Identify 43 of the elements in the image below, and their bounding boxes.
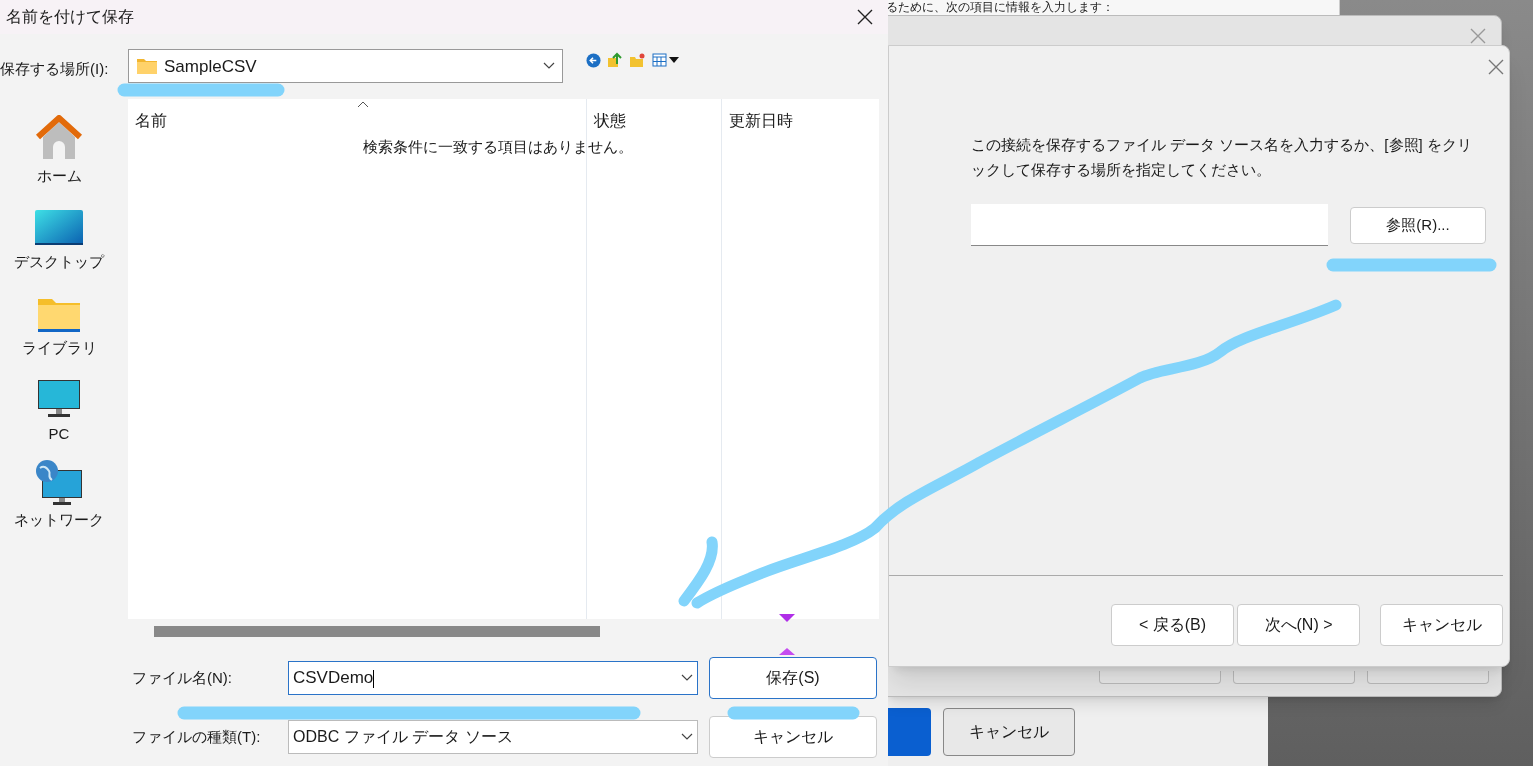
- sidebar-item[interactable]: ホーム: [4, 107, 114, 187]
- column-header[interactable]: 状態: [587, 99, 721, 135]
- cancel-button[interactable]: キャンセル: [943, 707, 1075, 756]
- wizard-button[interactable]: 次へ(N) >: [1237, 604, 1360, 646]
- sort-caret-icon: [357, 101, 369, 108]
- empty-message: 検索条件に一致する項目はありません。: [363, 137, 633, 157]
- monitor-icon: [37, 378, 81, 419]
- cancel-button[interactable]: キャンセル: [709, 716, 877, 758]
- file-type-label: ファイルの種類(T):: [131, 726, 262, 747]
- wizard-button[interactable]: < 戻る(B): [1111, 604, 1234, 646]
- up-folder-icon[interactable]: [607, 52, 623, 69]
- sidebar-item[interactable]: PC: [4, 365, 114, 445]
- instruction-paragraph: この接続を保存するファイル データ ソース名を入力するか、[参照] をクリックして保存する場所を指定してください。: [971, 135, 1473, 180]
- location-value: SampleCSV: [164, 55, 258, 78]
- column-header[interactable]: 更新日時: [722, 99, 879, 135]
- marker-icon: [779, 614, 795, 622]
- chevron-down-icon: [543, 62, 555, 71]
- view-menu-icon[interactable]: [652, 53, 680, 68]
- browse-button[interactable]: 参照(R)...: [1350, 206, 1486, 244]
- location-dropdown[interactable]: SampleCSV: [128, 49, 563, 84]
- network-monitor-icon: [35, 458, 83, 505]
- file-name-label: ファイル名(N):: [131, 667, 233, 688]
- path-input-field[interactable]: [971, 204, 1328, 246]
- close-icon[interactable]: [856, 8, 874, 27]
- save-button[interactable]: 保存(S): [709, 657, 877, 699]
- file-type-dropdown[interactable]: ODBC ファイル データ ソース: [288, 720, 698, 754]
- window-title: 名前を付けて保存: [6, 7, 134, 28]
- instruction-text: るために、次の項目に情報を入力します：: [886, 0, 1114, 14]
- file-name-field[interactable]: CSVDemo: [288, 661, 698, 695]
- chevron-down-icon: [681, 674, 693, 682]
- wizard-button[interactable]: キャンセル: [1380, 604, 1503, 646]
- sidebar-item[interactable]: デスクトップ: [4, 193, 114, 273]
- house-icon: [35, 114, 83, 161]
- location-label: 保存する場所(I):: [0, 59, 110, 80]
- sidebar-item[interactable]: ネットワーク: [4, 451, 114, 531]
- desktop-icon: [34, 208, 84, 247]
- column-header[interactable]: 名前: [128, 99, 586, 135]
- marker-icon: [779, 648, 795, 655]
- scrollbar-thumb[interactable]: [154, 625, 600, 637]
- folder-icon: [136, 57, 158, 76]
- sidebar-item[interactable]: ライブラリ: [4, 279, 114, 359]
- chevron-down-icon: [681, 733, 693, 741]
- new-folder-icon[interactable]: [629, 52, 646, 68]
